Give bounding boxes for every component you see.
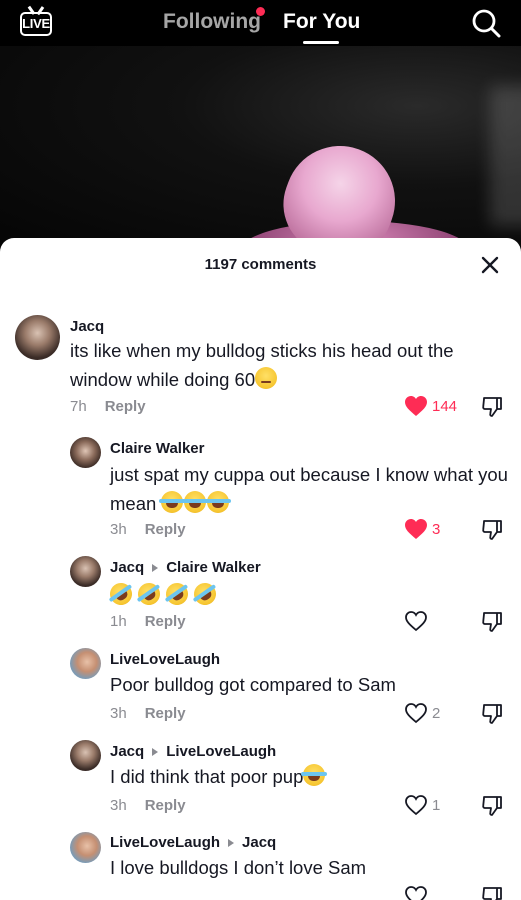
reply-arrow-icon [152,563,159,572]
comment-text [105,578,510,610]
comment-meta: 3h Reply [110,521,186,538]
avatar[interactable] [15,315,60,360]
comment-text: just spat my cuppa out because I know wh… [110,464,508,514]
thumbs-down-icon[interactable] [481,519,503,541]
comment-author[interactable]: LiveLoveLaugh Jacq [110,834,276,851]
comment-author[interactable]: Claire Walker [110,440,205,457]
reply-arrow-icon [228,838,235,847]
like-count: 1 [432,797,441,814]
reply-arrow-icon [152,747,159,756]
tears-of-joy-emoji-icon [205,491,232,513]
comment-author[interactable]: Jacq [70,318,104,335]
heart-outline-icon [405,795,427,816]
rofl-emoji-icon [190,578,221,610]
comments-count-title: 1197 comments [204,256,317,273]
tab-for-you[interactable]: For You [283,10,360,34]
reply-to-name[interactable]: Jacq [242,834,276,851]
rofl-emoji-icon [161,578,193,610]
comment-text: its like when my bulldog sticks his head… [70,340,454,390]
comment-meta: 3h Reply [110,797,186,814]
comment-meta: 1h Reply [110,613,186,630]
heart-filled-icon [405,519,427,539]
like-count: 2 [432,705,441,722]
heart-outline-icon [405,611,427,632]
avatar[interactable] [70,437,101,468]
live-label: LIVE [22,16,50,31]
rofl-emoji-icon [133,578,165,610]
comment-text: I did think that poor pup [110,762,510,791]
like-button[interactable] [404,610,464,634]
avatar[interactable] [70,740,101,771]
reply-button[interactable]: Reply [145,797,186,814]
thumbs-down-icon[interactable] [481,396,503,418]
comment-author[interactable]: Jacq LiveLoveLaugh [110,743,276,760]
top-bar: LIVE Following For You [0,0,521,46]
reply-button[interactable]: Reply [145,705,186,722]
comment-meta: 7h Reply [70,398,146,415]
like-button[interactable]: 1 [404,794,464,818]
comment-author[interactable]: LiveLoveLaugh [110,651,220,668]
comment-author[interactable]: Jacq Claire Walker [110,559,261,576]
reply-to-name[interactable]: Claire Walker [166,559,261,576]
tab-following[interactable]: Following [163,10,261,34]
comment-text: I love bulldogs I don’t love Sam [110,857,367,878]
thumbs-down-icon[interactable] [481,611,503,633]
heart-outline-icon [405,886,427,900]
thumbs-down-icon[interactable] [481,703,503,725]
tears-of-joy-emoji-icon [182,491,209,513]
tears-of-joy-emoji-icon [301,764,328,786]
avatar[interactable] [70,648,101,679]
reply-button[interactable]: Reply [105,398,146,415]
like-button[interactable]: 3 [404,518,464,542]
avatar[interactable] [70,556,101,587]
like-button[interactable]: 2 [404,702,464,726]
like-count: 3 [432,521,441,538]
live-tv-icon[interactable]: LIVE [20,6,52,38]
like-button[interactable] [404,885,464,900]
like-count: 144 [432,398,458,415]
reply-button[interactable]: Reply [145,613,186,630]
active-tab-indicator [303,41,339,44]
comment-text: Poor bulldog got compared to Sam [110,674,396,695]
video-background-blur [490,86,521,226]
heart-filled-icon [405,396,427,416]
search-icon[interactable] [471,8,501,38]
comment-meta: 3h Reply [110,705,186,722]
thumbs-down-icon[interactable] [481,886,503,900]
following-notification-dot [256,7,265,16]
video-player[interactable] [0,46,521,246]
like-button[interactable]: 144 [404,395,464,419]
comments-sheet: 1197 comments Jacq its like when my bull… [0,238,521,900]
avatar[interactable] [70,832,101,863]
unamused-emoji-icon [255,367,278,389]
reply-to-name[interactable]: LiveLoveLaugh [166,743,276,760]
close-icon[interactable] [480,255,500,275]
rofl-emoji-icon [105,578,137,610]
heart-outline-icon [405,703,427,724]
thumbs-down-icon[interactable] [481,795,503,817]
reply-button[interactable]: Reply [145,521,186,538]
tears-of-joy-emoji-icon [159,491,186,513]
